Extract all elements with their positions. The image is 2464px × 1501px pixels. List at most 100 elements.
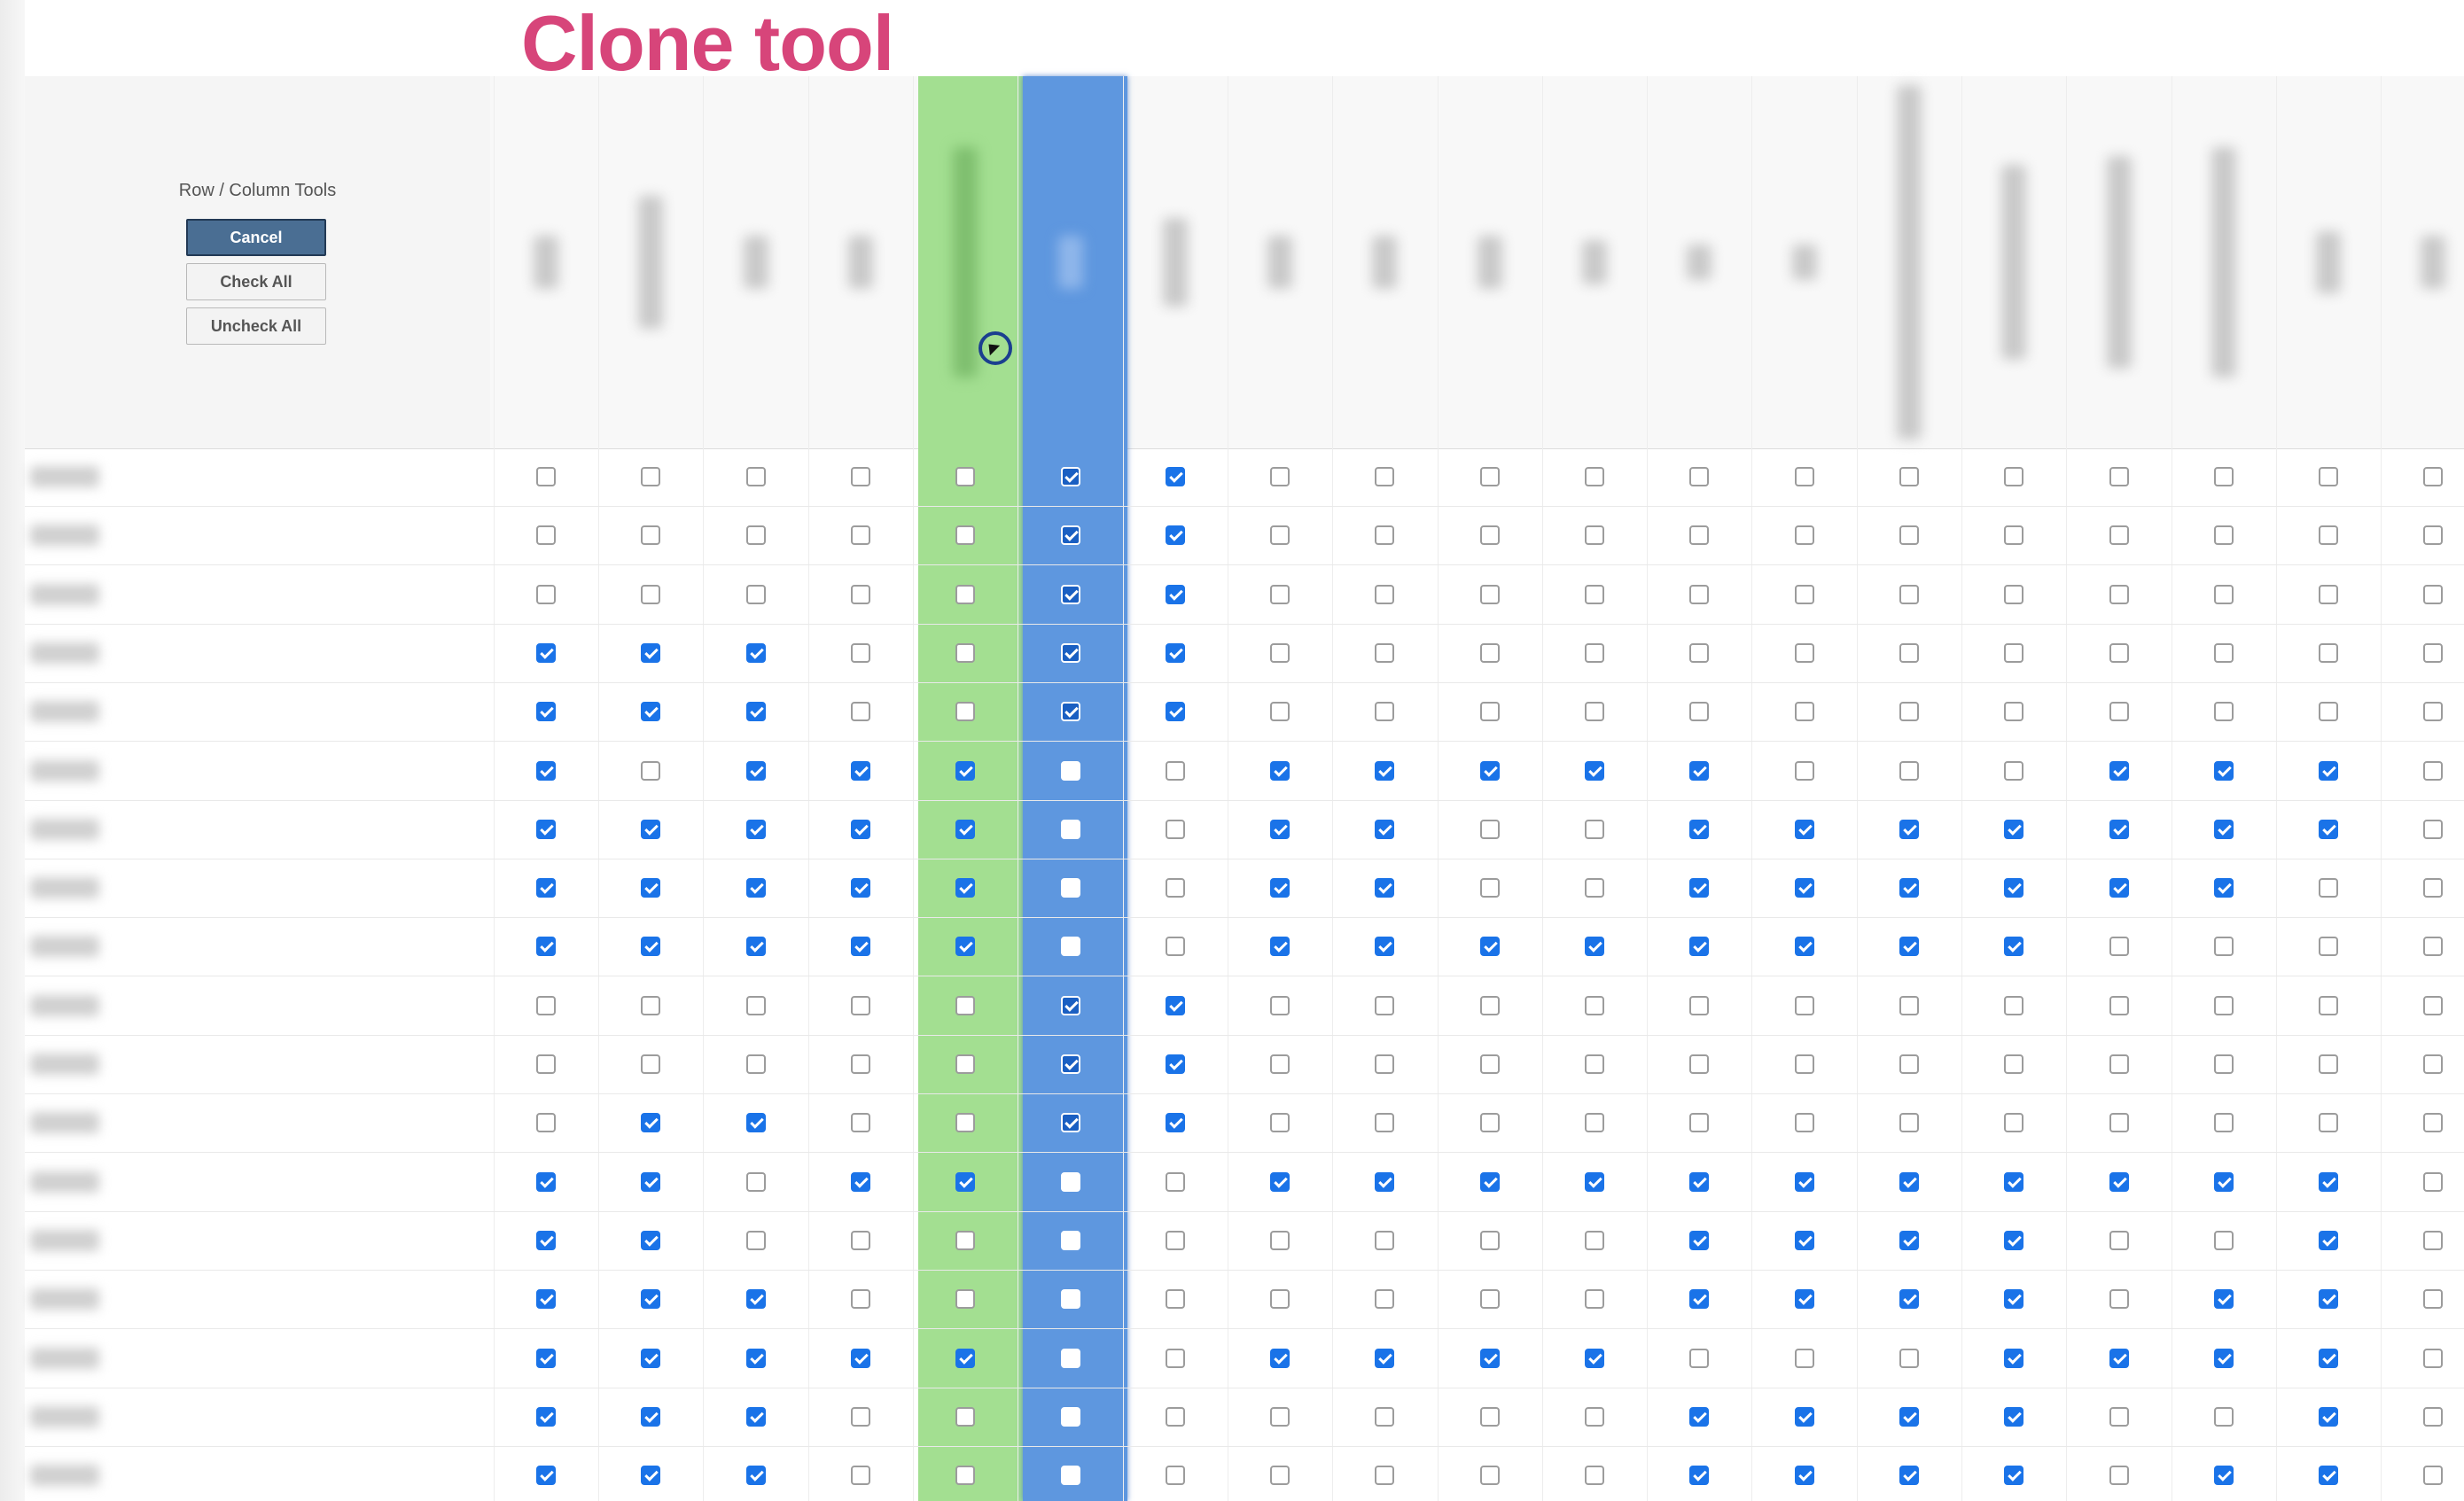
checkbox-unchecked[interactable] xyxy=(1480,1231,1500,1250)
checkbox-unchecked[interactable] xyxy=(851,467,870,486)
checkbox-checked[interactable] xyxy=(1795,1407,1814,1427)
checkbox-unchecked[interactable] xyxy=(2319,585,2338,604)
checkbox-checked[interactable] xyxy=(1270,820,1290,839)
checkbox-unchecked[interactable] xyxy=(1585,702,1604,721)
checkbox-unchecked[interactable] xyxy=(2109,1231,2129,1250)
checkbox-unchecked[interactable] xyxy=(955,1231,975,1250)
checkbox-checked[interactable] xyxy=(1795,820,1814,839)
checkbox-unchecked[interactable] xyxy=(1795,702,1814,721)
checkbox-checked[interactable] xyxy=(955,761,975,781)
checkbox-checked[interactable] xyxy=(2214,1289,2234,1309)
checkbox-unchecked[interactable] xyxy=(2214,1113,2234,1132)
checkbox-unchecked[interactable] xyxy=(1061,878,1080,898)
checkbox-checked[interactable] xyxy=(2214,820,2234,839)
checkbox-unchecked[interactable] xyxy=(2423,820,2443,839)
checkbox-unchecked[interactable] xyxy=(1689,1113,1709,1132)
checkbox-unchecked[interactable] xyxy=(2109,643,2129,663)
checkbox-unchecked[interactable] xyxy=(2423,525,2443,545)
checkbox-unchecked[interactable] xyxy=(851,585,870,604)
checkbox-unchecked[interactable] xyxy=(2319,878,2338,898)
checkbox-checked[interactable] xyxy=(641,820,660,839)
checkbox-checked[interactable] xyxy=(2004,878,2023,898)
checkbox-checked[interactable] xyxy=(641,878,660,898)
checkbox-checked[interactable] xyxy=(1795,1466,1814,1485)
checkbox-checked[interactable] xyxy=(1689,1172,1709,1192)
checkbox-unchecked[interactable] xyxy=(1375,1407,1394,1427)
checkbox-checked[interactable] xyxy=(1795,878,1814,898)
checkbox-unchecked[interactable] xyxy=(746,467,766,486)
checkbox-checked[interactable] xyxy=(1166,1113,1185,1132)
checkbox-unchecked[interactable] xyxy=(1270,1407,1290,1427)
checkbox-unchecked[interactable] xyxy=(1585,996,1604,1015)
checkbox-unchecked[interactable] xyxy=(746,996,766,1015)
checkbox-checked[interactable] xyxy=(1061,643,1080,663)
checkbox-unchecked[interactable] xyxy=(955,1113,975,1132)
checkbox-checked[interactable] xyxy=(536,1172,556,1192)
checkbox-unchecked[interactable] xyxy=(1899,467,1919,486)
checkbox-checked[interactable] xyxy=(955,1172,975,1192)
checkbox-unchecked[interactable] xyxy=(1166,937,1185,956)
checkbox-checked[interactable] xyxy=(1899,937,1919,956)
checkbox-checked[interactable] xyxy=(1270,761,1290,781)
checkbox-checked[interactable] xyxy=(2004,1407,2023,1427)
checkbox-checked[interactable] xyxy=(1689,1231,1709,1250)
checkbox-checked[interactable] xyxy=(536,1466,556,1485)
check-all-button[interactable]: Check All xyxy=(186,263,326,300)
checkbox-unchecked[interactable] xyxy=(1585,643,1604,663)
checkbox-unchecked[interactable] xyxy=(1166,1466,1185,1485)
checkbox-unchecked[interactable] xyxy=(955,996,975,1015)
checkbox-checked[interactable] xyxy=(2319,1231,2338,1250)
checkbox-unchecked[interactable] xyxy=(1375,702,1394,721)
checkbox-checked[interactable] xyxy=(641,1466,660,1485)
checkbox-checked[interactable] xyxy=(746,820,766,839)
checkbox-unchecked[interactable] xyxy=(1795,585,1814,604)
checkbox-checked[interactable] xyxy=(1480,937,1500,956)
checkbox-unchecked[interactable] xyxy=(1899,585,1919,604)
checkbox-unchecked[interactable] xyxy=(1166,1407,1185,1427)
checkbox-unchecked[interactable] xyxy=(2319,525,2338,545)
checkbox-checked[interactable] xyxy=(1899,1466,1919,1485)
checkbox-unchecked[interactable] xyxy=(746,1231,766,1250)
checkbox-unchecked[interactable] xyxy=(536,467,556,486)
checkbox-unchecked[interactable] xyxy=(1061,1407,1080,1427)
checkbox-checked[interactable] xyxy=(1375,937,1394,956)
checkbox-unchecked[interactable] xyxy=(1899,1113,1919,1132)
checkbox-unchecked[interactable] xyxy=(1689,643,1709,663)
checkbox-unchecked[interactable] xyxy=(2423,1231,2443,1250)
checkbox-unchecked[interactable] xyxy=(851,702,870,721)
checkbox-unchecked[interactable] xyxy=(1795,467,1814,486)
checkbox-checked[interactable] xyxy=(1061,467,1080,486)
checkbox-checked[interactable] xyxy=(1166,1054,1185,1074)
checkbox-unchecked[interactable] xyxy=(2423,1113,2443,1132)
checkbox-checked[interactable] xyxy=(1480,1172,1500,1192)
checkbox-unchecked[interactable] xyxy=(536,1113,556,1132)
checkbox-checked[interactable] xyxy=(1585,761,1604,781)
checkbox-checked[interactable] xyxy=(641,1289,660,1309)
checkbox-unchecked[interactable] xyxy=(536,585,556,604)
checkbox-checked[interactable] xyxy=(1689,1289,1709,1309)
checkbox-unchecked[interactable] xyxy=(1166,761,1185,781)
checkbox-checked[interactable] xyxy=(1270,937,1290,956)
checkbox-checked[interactable] xyxy=(1480,1349,1500,1368)
checkbox-checked[interactable] xyxy=(1166,643,1185,663)
checkbox-unchecked[interactable] xyxy=(536,525,556,545)
checkbox-unchecked[interactable] xyxy=(955,585,975,604)
checkbox-unchecked[interactable] xyxy=(1585,1407,1604,1427)
checkbox-checked[interactable] xyxy=(536,878,556,898)
checkbox-unchecked[interactable] xyxy=(2423,643,2443,663)
checkbox-unchecked[interactable] xyxy=(1166,820,1185,839)
checkbox-unchecked[interactable] xyxy=(2109,525,2129,545)
checkbox-checked[interactable] xyxy=(1061,525,1080,545)
checkbox-checked[interactable] xyxy=(851,1349,870,1368)
checkbox-unchecked[interactable] xyxy=(1795,1054,1814,1074)
checkbox-unchecked[interactable] xyxy=(2109,467,2129,486)
checkbox-checked[interactable] xyxy=(536,1289,556,1309)
checkbox-unchecked[interactable] xyxy=(1899,761,1919,781)
checkbox-unchecked[interactable] xyxy=(2423,585,2443,604)
uncheck-all-button[interactable]: Uncheck All xyxy=(186,307,326,345)
checkbox-unchecked[interactable] xyxy=(1270,1231,1290,1250)
checkbox-unchecked[interactable] xyxy=(2423,1054,2443,1074)
checkbox-unchecked[interactable] xyxy=(1270,1289,1290,1309)
checkbox-unchecked[interactable] xyxy=(955,702,975,721)
checkbox-unchecked[interactable] xyxy=(2423,1466,2443,1485)
